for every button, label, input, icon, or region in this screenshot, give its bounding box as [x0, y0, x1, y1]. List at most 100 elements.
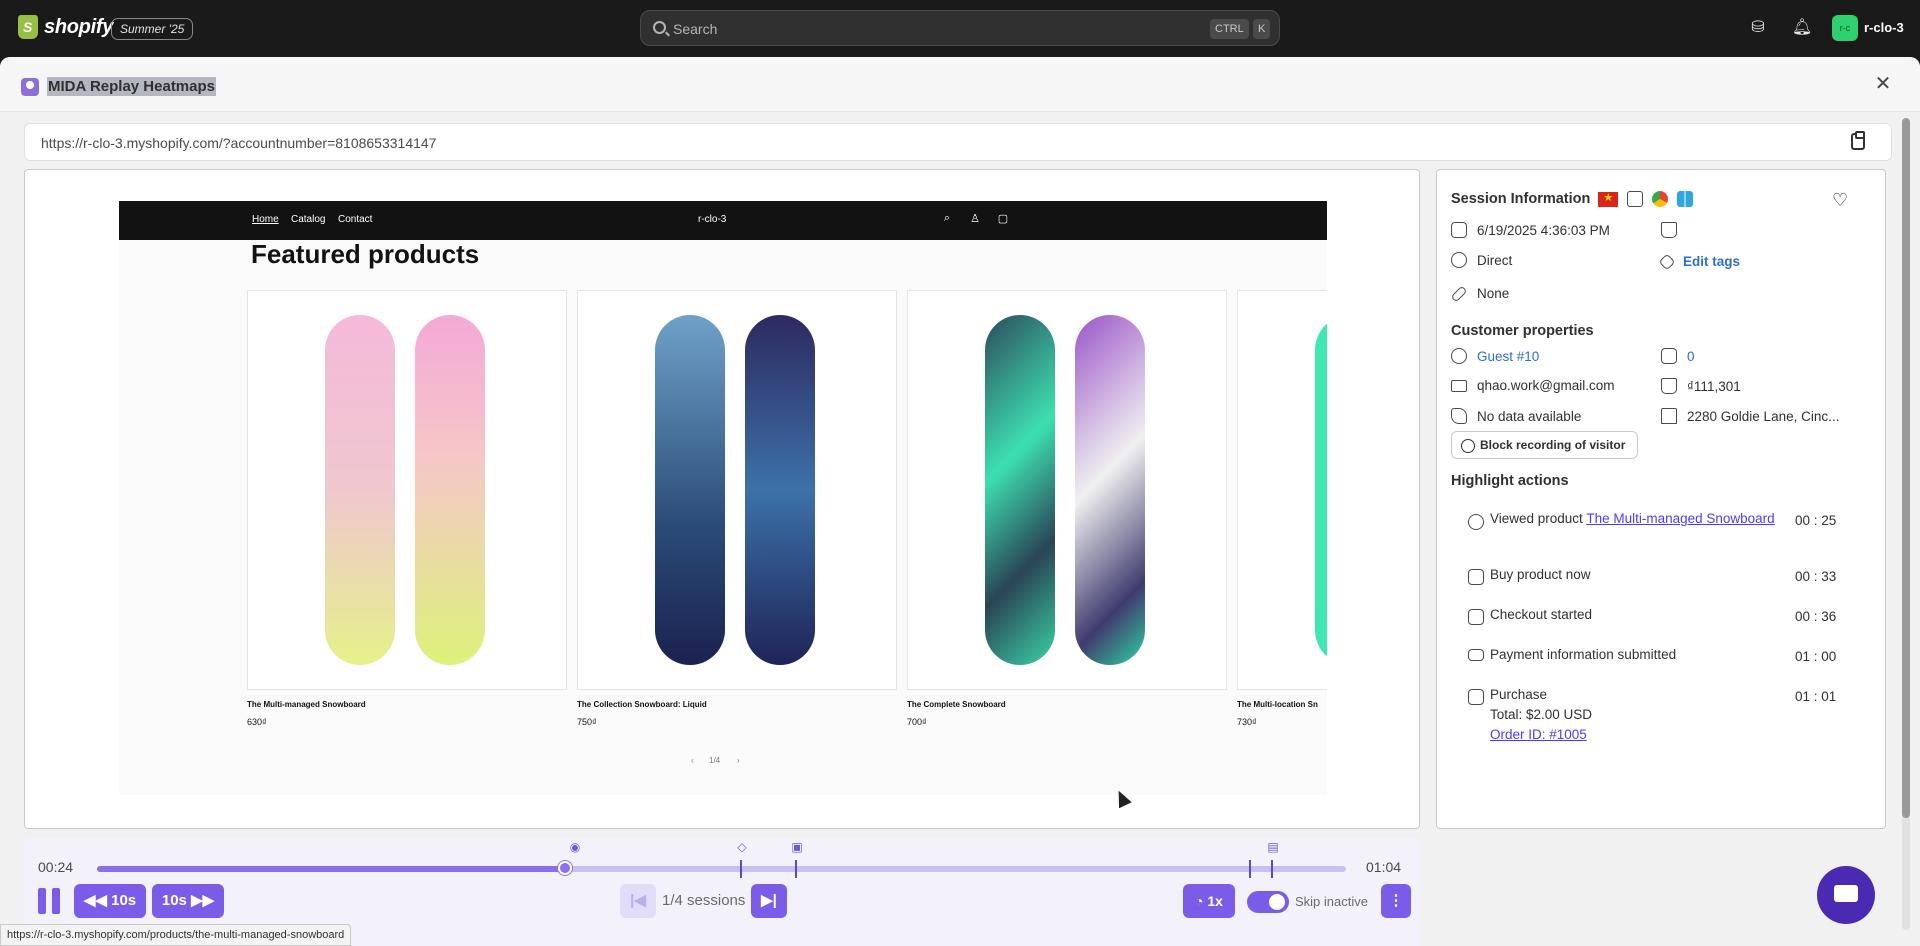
checkout-icon[interactable]: ▣ — [790, 840, 804, 854]
payment-icon — [1468, 649, 1484, 661]
eye-icon[interactable]: ◉ — [568, 840, 582, 854]
more-options-button[interactable]: ⋮ — [1381, 884, 1411, 918]
edition-badge[interactable]: Summer '25 — [111, 18, 194, 40]
timeline-marker[interactable] — [1271, 860, 1273, 878]
nav-home[interactable]: Home — [252, 214, 279, 225]
action-time: 00 : 33 — [1795, 569, 1837, 584]
home-icon — [1661, 408, 1677, 424]
speed-button[interactable]: ◔ 1x — [1183, 884, 1235, 918]
compass-icon — [1451, 252, 1467, 268]
product-price: 750₫ — [577, 717, 597, 727]
store-avatar[interactable]: r-c — [1832, 15, 1858, 41]
product-name[interactable]: The Collection Snowboard: Liquid — [577, 700, 707, 709]
tag-icon — [1658, 253, 1676, 270]
action-viewed-product: Viewed product The Multi-managed Snowboa… — [1490, 509, 1775, 529]
guest-link[interactable]: Guest #10 — [1477, 349, 1539, 364]
customer-properties-header: Customer properties — [1451, 323, 1594, 339]
search-bar[interactable]: Search CTRL K — [640, 10, 1280, 46]
product-card[interactable] — [907, 290, 1227, 690]
block-recording-button[interactable]: Block recording of visitor — [1451, 431, 1639, 459]
account-icon[interactable]: ♙ — [968, 212, 982, 226]
cart-icon[interactable]: ▢ — [996, 212, 1010, 226]
edit-tags[interactable]: Edit tags — [1658, 253, 1740, 270]
modal-scrollbar-thumb[interactable] — [1902, 118, 1910, 818]
customer-spent: ₫111,301 — [1661, 378, 1741, 394]
snowboard-image — [655, 315, 725, 665]
product-card[interactable] — [577, 290, 897, 690]
clipboard-icon[interactable] — [1851, 131, 1865, 150]
replay-viewport: Home Catalog Contact r-clo-3 ⌕ ♙ ▢ Featu… — [24, 169, 1420, 829]
storefront-name[interactable]: r-clo-3 — [698, 214, 726, 225]
logo-text: shopify — [44, 15, 114, 38]
snowboard-image — [985, 315, 1055, 665]
product-name[interactable]: The Multi-managed Snowboard — [247, 700, 366, 709]
product-name[interactable]: The Multi-location Sn — [1237, 700, 1318, 709]
buy-now-icon[interactable]: ◇ — [735, 840, 749, 854]
forward-10s-button[interactable]: 10s ▶▶ — [152, 884, 224, 918]
action-time: 01 : 01 — [1795, 689, 1837, 704]
customer-guest[interactable]: Guest #10 — [1451, 348, 1539, 364]
action-payment-submitted: Payment information submitted — [1490, 647, 1677, 662]
customer-address: 2280 Goldie Lane, Cinc... — [1661, 408, 1839, 424]
order-id-link[interactable]: Order ID: #1005 — [1490, 725, 1592, 745]
datetime-value: 6/19/2025 4:36:03 PM — [1477, 222, 1610, 238]
cart-icon — [1661, 222, 1677, 238]
action-time: 00 : 36 — [1795, 609, 1837, 624]
timeline-marker[interactable] — [795, 860, 797, 878]
rewind-10s-button[interactable]: ◀◀ 10s — [74, 884, 146, 918]
search-icon[interactable]: ⌕ — [940, 212, 954, 226]
viewed-product-link[interactable]: The Multi-managed Snowboard — [1586, 511, 1774, 526]
spent-value: ₫111,301 — [1687, 378, 1741, 394]
referrer-value: None — [1477, 286, 1510, 301]
product-price: 730₫ — [1237, 717, 1257, 727]
session-counter: 1/4 sessions — [662, 892, 746, 909]
session-source: Direct — [1451, 252, 1512, 268]
sidekick-icon[interactable]: ⛁ — [1747, 17, 1769, 39]
edit-tags-link[interactable]: Edit tags — [1683, 254, 1740, 269]
mail-icon — [1451, 379, 1467, 392]
nav-contact[interactable]: Contact — [338, 214, 372, 225]
vietnam-flag-icon — [1598, 191, 1619, 207]
source-value: Direct — [1477, 252, 1513, 268]
close-icon[interactable]: ✕ — [1872, 73, 1894, 95]
speed-label: 1x — [1207, 893, 1223, 909]
bell-icon[interactable]: 🔔︎ — [1791, 17, 1813, 39]
timeline-marker[interactable] — [740, 860, 742, 878]
product-price: 630₫ — [247, 717, 267, 727]
heart-icon[interactable]: ♡ — [1832, 190, 1848, 211]
current-time: 00:24 — [38, 859, 74, 875]
session-info-title: Session Information — [1451, 191, 1591, 207]
forward-icon: ▶▶ — [191, 892, 215, 909]
phone-value: No data available — [1477, 408, 1582, 424]
browser-status-url: https://r-clo-3.myshopify.com/products/t… — [0, 924, 352, 946]
nav-catalog[interactable]: Catalog — [291, 214, 325, 225]
next-session-button[interactable]: ▶| — [751, 884, 787, 918]
prev-session-button[interactable]: |◀ — [620, 884, 656, 918]
pause-button[interactable] — [38, 888, 62, 914]
buy-now-icon — [1468, 569, 1484, 585]
shopify-logo[interactable]: shopify — [18, 15, 113, 39]
purchase-total: Total: $2.00 USD — [1490, 707, 1593, 722]
orders-count[interactable]: 0 — [1687, 349, 1695, 364]
forward-label: 10s — [161, 892, 187, 909]
store-name[interactable]: r-clo-3 — [1864, 20, 1904, 35]
action-checkout-started: Checkout started — [1490, 607, 1593, 622]
skip-inactive-toggle[interactable] — [1247, 891, 1289, 913]
search-placeholder: Search — [673, 21, 718, 37]
replayed-storefront: Home Catalog Contact r-clo-3 ⌕ ♙ ▢ Featu… — [119, 201, 1327, 795]
chat-bubble-icon[interactable] — [1817, 866, 1875, 924]
product-card[interactable] — [1237, 290, 1327, 690]
timeline-marker[interactable] — [1249, 860, 1251, 878]
pager-prev-icon[interactable]: ‹ — [691, 756, 694, 765]
phone-icon — [1451, 408, 1467, 424]
timeline-progress — [97, 866, 566, 872]
product-name[interactable]: The Complete Snowboard — [907, 700, 1006, 709]
checkout-icon — [1468, 609, 1484, 625]
purchase-icon[interactable]: ▤ — [1266, 840, 1280, 854]
pager-next-icon[interactable]: › — [737, 756, 740, 765]
featured-heading: Featured products — [251, 239, 480, 269]
link-icon — [1450, 285, 1468, 302]
session-url-bar: https://r-clo-3.myshopify.com/?accountnu… — [24, 123, 1892, 161]
cart-icon — [1661, 378, 1677, 394]
product-card[interactable] — [247, 290, 567, 690]
